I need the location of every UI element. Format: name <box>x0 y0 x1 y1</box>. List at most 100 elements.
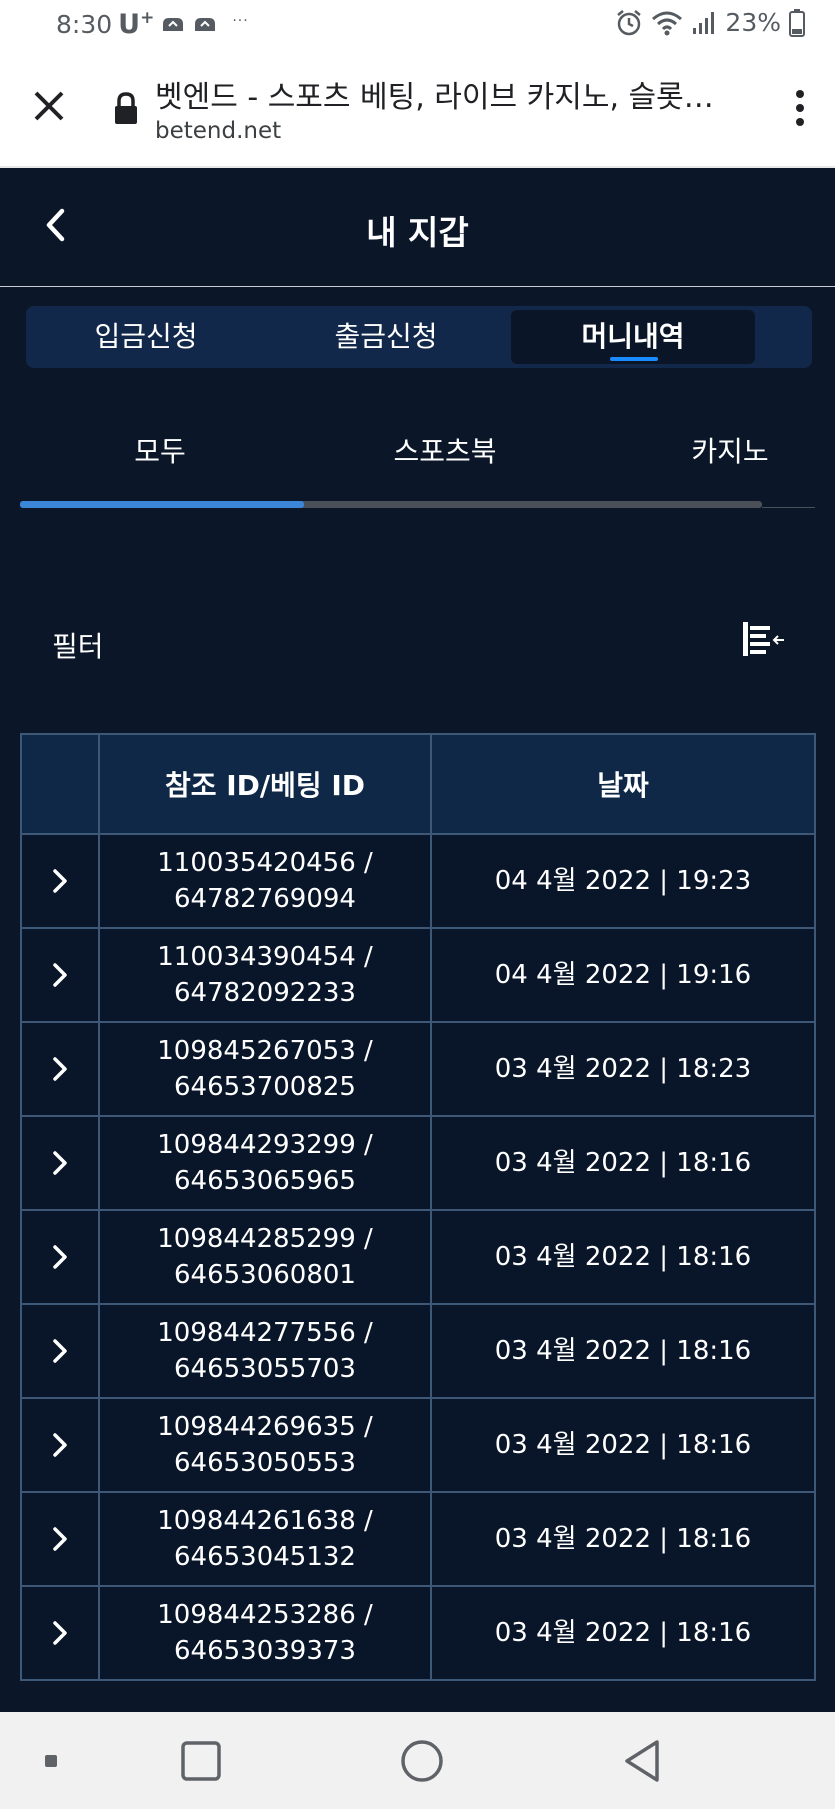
row-expand-cell[interactable] <box>20 1021 100 1117</box>
subtab-track-tail <box>762 507 815 508</box>
filter-collapse-icon[interactable] <box>740 618 786 660</box>
recents-dot-icon[interactable] <box>44 1754 58 1768</box>
reference-id-cell: 109845267053 / 64653700825 <box>98 1021 432 1117</box>
status-right: 23% <box>615 8 805 37</box>
chevron-right-icon[interactable] <box>48 1054 72 1084</box>
kebab-menu-icon[interactable] <box>795 88 805 128</box>
table-header-row: 참조 ID/베팅 ID 날짜 <box>20 733 816 835</box>
chevron-right-icon[interactable] <box>48 1148 72 1178</box>
browser-page-title[interactable]: 벳엔드 - 스포츠 베팅, 라이브 카지노, 슬롯… <box>155 72 745 116</box>
reference-id-cell: 109844285299 / 64653060801 <box>98 1209 432 1305</box>
alarm-icon <box>617 9 642 35</box>
row-expand-cell[interactable] <box>20 927 100 1023</box>
date-cell: 04 4월 2022 | 19:23 <box>430 833 816 929</box>
bet-id: 64653055703 <box>174 1354 356 1384</box>
filter-label: 필터 <box>52 630 104 663</box>
reference-id-cell: 109844253286 / 64653039373 <box>98 1585 432 1681</box>
date-cell: 03 4월 2022 | 18:16 <box>430 1491 816 1587</box>
reference-id: 110034390454 / <box>157 942 373 972</box>
chevron-right-icon[interactable] <box>48 1618 72 1648</box>
battery-icon <box>789 8 805 37</box>
table-row[interactable]: 109844277556 / 64653055703 03 4월 2022 | 18… <box>20 1303 816 1399</box>
back-triangle-icon[interactable] <box>622 1738 662 1784</box>
row-expand-cell[interactable] <box>20 1397 100 1493</box>
bet-id: 64782092233 <box>174 978 356 1008</box>
browser-toolbar: 벳엔드 - 스포츠 베팅, 라이브 카지노, 슬롯… betend.net <box>0 52 835 168</box>
tab-deposit-request[interactable]: 입금신청 <box>26 310 266 364</box>
table-row[interactable]: 109844285299 / 64653060801 03 4월 2022 | 18… <box>20 1209 816 1305</box>
row-expand-cell[interactable] <box>20 1585 100 1681</box>
table-row[interactable]: 109844253286 / 64653039373 03 4월 2022 | 18… <box>20 1585 816 1681</box>
row-expand-cell[interactable] <box>20 1209 100 1305</box>
chevron-right-icon[interactable] <box>48 1524 72 1554</box>
status-bar: 8:30 U+ ··· 23% <box>0 0 835 52</box>
reference-id: 109845267053 / <box>157 1036 373 1066</box>
date-cell: 03 4월 2022 | 18:16 <box>430 1585 816 1681</box>
main-tab-bar: 입금신청 출금신청 머니내역 <box>26 306 812 368</box>
reference-id-cell: 110034390454 / 64782092233 <box>98 927 432 1023</box>
signal-icon <box>693 11 715 34</box>
tab-money-history-label: 머니내역 <box>581 320 685 353</box>
status-time: 8:30 <box>56 9 113 39</box>
status-left: 8:30 U+ ··· <box>56 8 249 40</box>
row-expand-cell[interactable] <box>20 1115 100 1211</box>
bet-id: 64653065965 <box>174 1166 356 1196</box>
browser-url[interactable]: betend.net <box>155 118 281 144</box>
row-expand-cell[interactable] <box>20 1303 100 1399</box>
date-cell: 04 4월 2022 | 19:16 <box>430 927 816 1023</box>
active-tab-underline <box>610 357 658 361</box>
page-title: 내 지갑 <box>366 213 469 252</box>
home-circle-icon[interactable] <box>400 1739 444 1783</box>
reference-id-cell: 109844261638 / 64653045132 <box>98 1491 432 1587</box>
reference-id: 109844261638 / <box>157 1506 373 1536</box>
bet-id: 64653050553 <box>174 1448 356 1478</box>
date-cell: 03 4월 2022 | 18:16 <box>430 1115 816 1211</box>
table-row[interactable]: 109844261638 / 64653045132 03 4월 2022 | 18… <box>20 1491 816 1587</box>
app-header: 내 지갑 <box>0 168 835 287</box>
reference-id: 109844293299 / <box>157 1130 373 1160</box>
chevron-right-icon[interactable] <box>48 866 72 896</box>
subtab-active-indicator <box>20 501 304 508</box>
chevron-right-icon[interactable] <box>48 1242 72 1272</box>
reference-id-cell: 109844269635 / 64653050553 <box>98 1397 432 1493</box>
row-expand-cell[interactable] <box>20 1491 100 1587</box>
chevron-right-icon[interactable] <box>48 1430 72 1460</box>
header-reference-id: 참조 ID/베팅 ID <box>98 733 432 835</box>
table-body: 110035420456 / 64782769094 04 4월 2022 | 19… <box>20 833 816 1681</box>
date-cell: 03 4월 2022 | 18:16 <box>430 1397 816 1493</box>
reference-id: 109844277556 / <box>157 1318 373 1348</box>
table-row[interactable]: 109844269635 / 64653050553 03 4월 2022 | 18… <box>20 1397 816 1493</box>
tab-money-history[interactable]: 머니내역 <box>511 310 755 364</box>
lock-icon[interactable] <box>112 92 140 126</box>
cloud-sync-icon <box>163 18 184 31</box>
reference-id-cell: 109844293299 / 64653065965 <box>98 1115 432 1211</box>
reference-id: 109844269635 / <box>157 1412 373 1442</box>
subtab-sportsbook[interactable]: 스포츠북 <box>380 430 510 470</box>
battery-percent: 23% <box>725 8 781 37</box>
table-row[interactable]: 110034390454 / 64782092233 04 4월 2022 | 19… <box>20 927 816 1023</box>
subtab-all[interactable]: 모두 <box>110 430 210 470</box>
carrier-label: U+ <box>118 8 154 40</box>
more-notifications-indicator: ··· <box>232 13 249 29</box>
table-row[interactable]: 110035420456 / 64782769094 04 4월 2022 | 19… <box>20 833 816 929</box>
bet-id: 64653700825 <box>174 1072 356 1102</box>
square-icon[interactable] <box>180 1740 222 1782</box>
chevron-right-icon[interactable] <box>48 960 72 990</box>
date-cell: 03 4월 2022 | 18:23 <box>430 1021 816 1117</box>
date-cell: 03 4월 2022 | 18:16 <box>430 1303 816 1399</box>
reference-id: 109844253286 / <box>157 1600 373 1630</box>
close-icon[interactable] <box>28 85 70 127</box>
money-history-table: 참조 ID/베팅 ID 날짜 110035420456 / 64782769094… <box>20 733 816 1681</box>
wifi-icon <box>652 11 683 35</box>
reference-id: 109844285299 / <box>157 1224 373 1254</box>
row-expand-cell[interactable] <box>20 833 100 929</box>
bet-id: 64653060801 <box>174 1260 356 1290</box>
bet-id: 64653039373 <box>174 1636 356 1666</box>
header-expand <box>20 733 100 835</box>
tab-withdraw-request[interactable]: 출금신청 <box>266 310 506 364</box>
subtab-casino[interactable]: 카지노 <box>680 430 780 470</box>
chevron-right-icon[interactable] <box>48 1336 72 1366</box>
table-row[interactable]: 109845267053 / 64653700825 03 4월 2022 | 18… <box>20 1021 816 1117</box>
table-row[interactable]: 109844293299 / 64653065965 03 4월 2022 | 18… <box>20 1115 816 1211</box>
bet-id: 64782769094 <box>174 884 356 914</box>
